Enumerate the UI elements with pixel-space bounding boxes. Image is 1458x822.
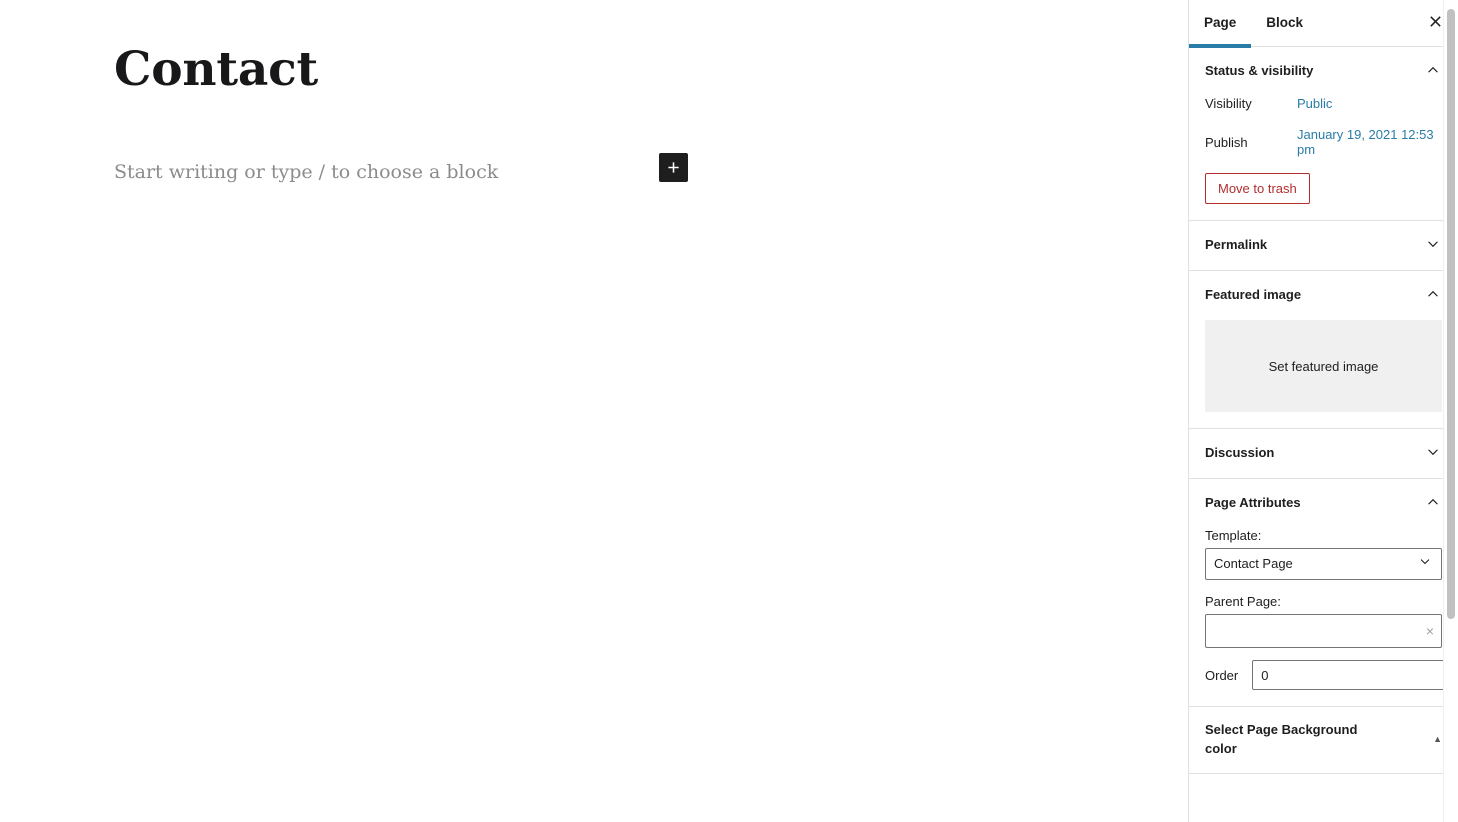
panel-featured-image: Featured image Set featured image [1189, 271, 1458, 429]
panel-body-featured-image: Set featured image [1189, 320, 1458, 428]
settings-sidebar: Page Block Status & visibility Visibilit… [1188, 0, 1458, 822]
panel-header-page-background-color[interactable]: Select Page Background color ▲ [1189, 707, 1458, 773]
panel-header-featured-image[interactable]: Featured image [1189, 271, 1458, 320]
triangle-up-icon: ▲ [1433, 734, 1442, 745]
clear-parent-page-icon[interactable]: × [1426, 624, 1434, 638]
chevron-up-icon [1424, 493, 1442, 514]
order-row: Order [1205, 660, 1447, 690]
parent-page-input[interactable] [1205, 614, 1442, 648]
panel-header-permalink[interactable]: Permalink [1189, 221, 1458, 270]
panel-page-attributes: Page Attributes Template: Contact Page P… [1189, 479, 1458, 707]
editor-content: Contact Start writing or type / to choos… [0, 0, 1188, 190]
tab-page[interactable]: Page [1189, 0, 1252, 48]
tab-block[interactable]: Block [1251, 0, 1318, 48]
publish-row: Publish January 19, 2021 12:53 pm [1205, 127, 1442, 157]
panel-header-discussion[interactable]: Discussion [1189, 429, 1458, 478]
visibility-value-button[interactable]: Public [1297, 96, 1332, 111]
empty-block-row: Start writing or type / to choose a bloc… [0, 152, 1188, 190]
sidebar-tab-bar: Page Block [1189, 0, 1458, 48]
panel-title-featured-image: Featured image [1205, 287, 1302, 303]
template-select-wrap: Contact Page [1205, 548, 1442, 580]
panel-permalink: Permalink [1189, 221, 1458, 271]
visibility-row: Visibility Public [1205, 96, 1442, 111]
chevron-up-icon [1424, 61, 1442, 82]
panel-body-page-attributes: Template: Contact Page Parent Page: × Or… [1189, 528, 1458, 706]
publish-date-button[interactable]: January 19, 2021 12:53 pm [1297, 127, 1442, 157]
panel-body-status-visibility: Visibility Public Publish January 19, 20… [1189, 96, 1458, 220]
sidebar-scrollbar-thumb[interactable] [1447, 9, 1455, 619]
page-title[interactable]: Contact [0, 44, 1188, 96]
close-icon [1428, 14, 1443, 32]
editor-app: Contact Start writing or type / to choos… [0, 0, 1458, 822]
order-input[interactable] [1252, 660, 1447, 690]
block-placeholder-text[interactable]: Start writing or type / to choose a bloc… [0, 154, 1188, 190]
plus-icon [665, 159, 682, 176]
visibility-label: Visibility [1205, 96, 1252, 111]
chevron-down-icon [1424, 443, 1442, 464]
panel-title-discussion: Discussion [1205, 445, 1275, 461]
template-select[interactable]: Contact Page [1205, 548, 1442, 580]
panel-status-visibility: Status & visibility Visibility Public Pu… [1189, 47, 1458, 221]
panel-title-page-attributes: Page Attributes [1205, 495, 1301, 511]
panel-discussion: Discussion [1189, 429, 1458, 479]
sidebar-scroll-region: Page Block Status & visibility Visibilit… [1189, 0, 1458, 822]
panel-header-status-visibility[interactable]: Status & visibility [1189, 47, 1458, 96]
parent-page-field: × [1205, 614, 1442, 648]
panel-title-permalink: Permalink [1205, 237, 1268, 253]
add-block-button[interactable] [659, 152, 688, 182]
template-label: Template: [1205, 528, 1262, 543]
parent-page-label: Parent Page: [1205, 594, 1281, 609]
publish-label: Publish [1205, 134, 1248, 150]
editor-canvas: Contact Start writing or type / to choos… [0, 0, 1188, 822]
chevron-up-icon [1424, 285, 1442, 306]
panel-page-background-color: Select Page Background color ▲ [1189, 707, 1458, 774]
set-featured-image-button[interactable]: Set featured image [1205, 320, 1442, 412]
order-label: Order [1205, 667, 1239, 683]
panel-header-page-attributes[interactable]: Page Attributes [1189, 479, 1458, 528]
chevron-down-icon [1424, 235, 1442, 256]
sidebar-scrollbar-track[interactable] [1443, 0, 1458, 822]
panel-title-page-background-color: Select Page Background color [1205, 722, 1358, 756]
panel-title-status-visibility: Status & visibility [1205, 63, 1314, 79]
move-to-trash-button[interactable]: Move to trash [1205, 173, 1310, 204]
